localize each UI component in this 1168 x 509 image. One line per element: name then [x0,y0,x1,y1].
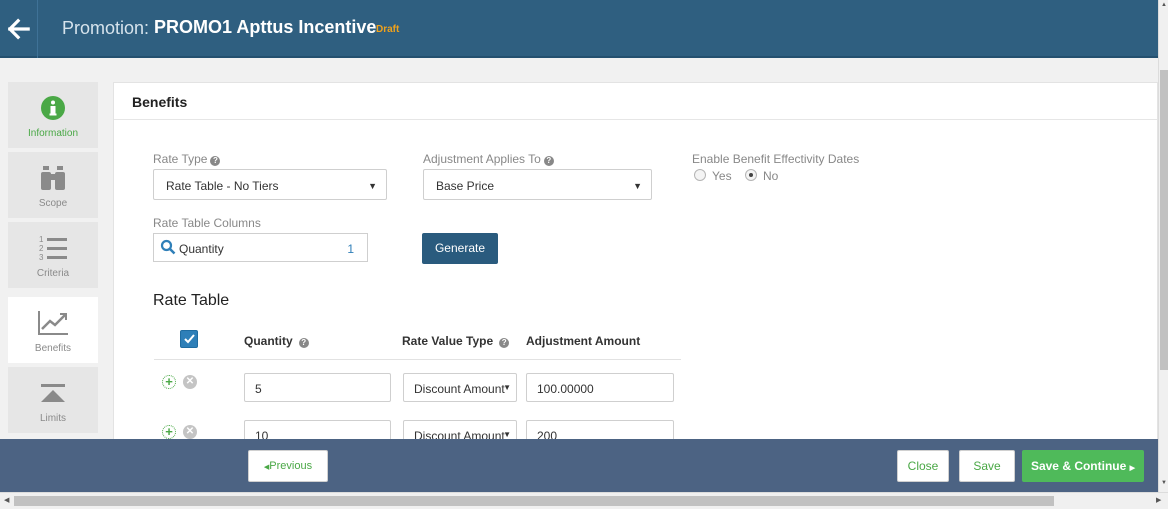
rate-type-label-text: Rate Type [153,152,208,166]
numbered-list-icon: 1 2 3 [39,235,67,262]
column-header-quantity: Quantity? [244,334,309,348]
save-and-continue-button[interactable]: Save & Continue ▶ [1022,450,1144,482]
rate-table-columns-lookup[interactable]: Quantity 1 [153,233,368,262]
scroll-up-arrow-icon[interactable]: ▲ [1160,2,1168,12]
rate-type-select[interactable]: Rate Table - No Tiers ▼ [153,169,387,200]
info-circle-icon [41,96,65,120]
remove-row-icon[interactable]: ✕ [183,425,197,439]
adjustment-applies-select[interactable]: Base Price ▼ [423,169,652,200]
vertical-scroll-thumb[interactable] [1160,70,1168,370]
rate-value-type-value: Discount Amount [414,382,505,396]
rail-item-label: Limits [39,413,67,424]
help-icon[interactable]: ? [298,338,309,348]
rail-item-scope[interactable]: Scope [8,152,98,220]
column-header-text: Quantity [244,334,293,348]
svg-text:2: 2 [39,244,44,253]
panel-header: Benefits [114,83,1157,120]
rail-item-criteria[interactable]: 1 2 3 Criteria [8,222,98,290]
svg-text:1: 1 [39,235,44,244]
binoculars-icon [41,166,65,190]
chevron-down-icon: ▼ [503,383,511,392]
adjustment-applies-label: Adjustment Applies To? [423,152,554,166]
adjustment-amount-input[interactable]: 100.00000 [526,373,674,402]
previous-button[interactable]: ◀Previous [248,450,328,482]
rail-item-benefits[interactable]: Benefits [8,297,98,365]
chevron-right-icon: ▶ [1129,465,1136,472]
effectivity-no-radio[interactable] [745,169,757,181]
table-header-divider [154,359,681,360]
column-header-adjustment-amount: Adjustment Amount [526,334,641,348]
rate-type-value: Rate Table - No Tiers [166,179,279,193]
rail-item-information[interactable]: Information [8,82,98,150]
page-title-label: Promotion: [62,18,150,38]
remove-row-icon[interactable]: ✕ [183,375,197,389]
chevron-down-icon: ▼ [368,181,377,191]
save-button[interactable]: Save [959,450,1015,482]
help-icon[interactable]: ? [543,156,554,166]
rate-table-columns-value: Quantity [179,242,224,256]
quantity-input[interactable]: 5 [244,373,391,402]
search-icon [160,239,176,255]
effectivity-no-label: No [763,169,779,183]
back-button[interactable] [0,0,38,58]
help-icon[interactable]: ? [499,338,510,348]
rate-table-columns-label: Rate Table Columns [153,216,261,230]
rate-value-type-select[interactable]: Discount Amount ▼ [403,373,517,402]
upload-limit-icon [41,384,65,402]
checkmark-icon [184,334,195,344]
effectivity-label: Enable Benefit Effectivity Dates [692,152,860,166]
line-chart-icon [38,311,68,335]
save-and-continue-label: Save & Continue [1030,459,1127,473]
column-header-text: Rate Value Type [402,334,494,348]
close-button[interactable]: Close [897,450,949,482]
adjustment-applies-value: Base Price [436,179,495,193]
generate-button[interactable]: Generate [422,233,498,264]
arrow-left-icon [7,18,30,40]
status-badge: Draft [376,24,400,35]
rail-item-label: Criteria [36,268,70,279]
rail-item-label: Scope [38,198,68,209]
add-row-icon[interactable]: + [162,375,176,389]
chevron-down-icon: ▼ [503,430,511,439]
svg-text:3: 3 [39,253,44,262]
rail-item-limits[interactable]: Limits [8,367,98,435]
adjustment-applies-label-text: Adjustment Applies To [423,152,541,166]
previous-button-label: Previous [269,460,313,472]
vertical-scrollbar[interactable]: ▲ ▼ [1158,0,1168,492]
scroll-left-arrow-icon[interactable]: ◀ [4,496,9,504]
effectivity-yes-label: Yes [712,169,732,183]
add-row-icon[interactable]: + [162,425,176,439]
rate-table-title: Rate Table [153,292,230,309]
rail-item-label: Information [27,128,79,139]
panel-title: Benefits [132,94,188,110]
scroll-right-arrow-icon[interactable]: ▶ [1156,496,1161,504]
quantity-value: 5 [255,382,262,396]
scroll-down-arrow-icon[interactable]: ▼ [1160,480,1168,490]
help-icon[interactable]: ? [210,156,221,166]
select-all-checkbox[interactable] [180,330,198,348]
selection-count: 1 [347,242,354,256]
horizontal-scrollbar[interactable]: ◀ ▶ [0,492,1168,509]
effectivity-yes-radio[interactable] [694,169,706,181]
horizontal-scroll-thumb[interactable] [14,496,1054,506]
footer-bar: ◀Previous Close Save Save & Continue ▶ [0,439,1158,492]
page-title: PROMO1 Apttus Incentive [154,17,377,37]
chevron-down-icon: ▼ [633,181,642,191]
rate-type-label: Rate Type? [153,152,221,166]
benefits-panel: Benefits Rate Type? Rate Table - No Tier… [113,82,1158,449]
adjustment-amount-value: 100.00000 [537,382,594,396]
rail-item-label: Benefits [34,343,72,354]
page-header: Promotion: PROMO1 Apttus Incentive Draft [0,0,1158,58]
column-header-rate-value-type: Rate Value Type? [402,334,510,348]
